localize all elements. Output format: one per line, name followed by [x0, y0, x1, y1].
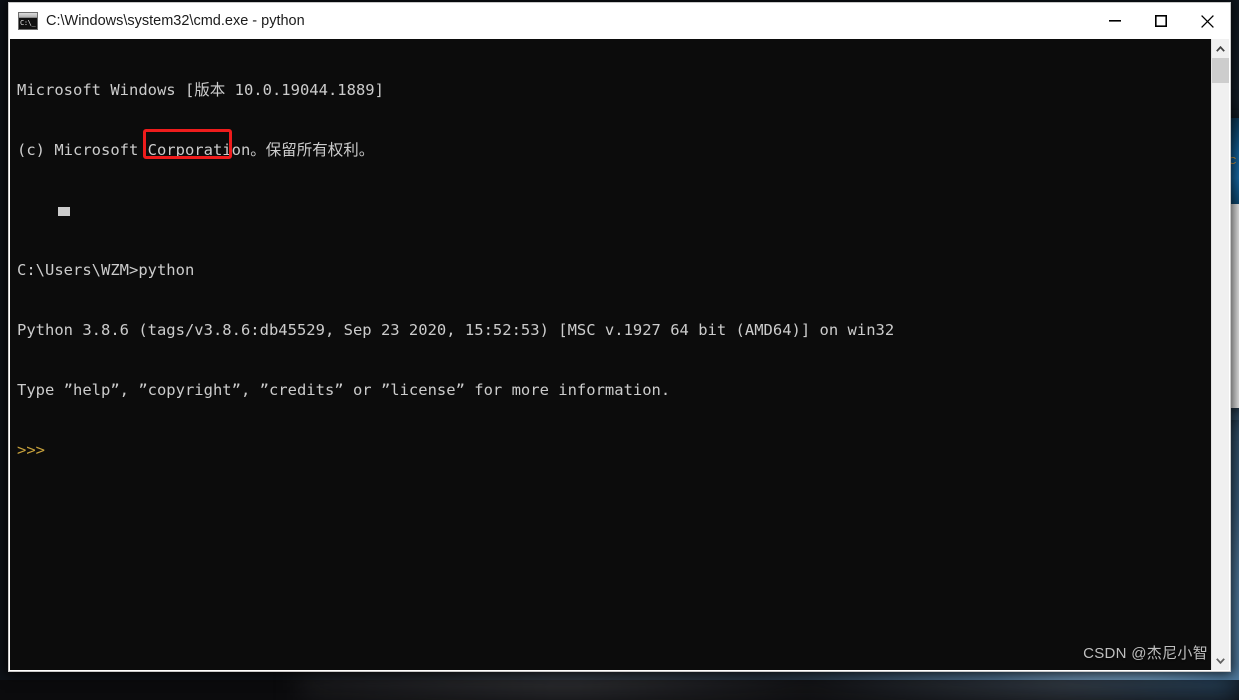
cmd-console-window[interactable]: C:\_ C:\Windows\system32\cmd.exe - pytho… — [8, 2, 1231, 672]
cmd-icon-body: C:\_ — [19, 18, 37, 29]
scroll-up-button[interactable] — [1212, 39, 1229, 58]
close-button[interactable] — [1184, 3, 1230, 39]
annotation-highlight-rect — [143, 129, 232, 159]
close-icon — [1201, 15, 1214, 28]
scroll-down-button[interactable] — [1212, 651, 1229, 670]
maximize-icon — [1155, 15, 1167, 27]
chevron-up-icon — [1216, 46, 1225, 52]
console-output-area[interactable]: Microsoft Windows [版本 10.0.19044.1889] (… — [10, 39, 1213, 670]
console-text: Microsoft Windows [版本 10.0.19044.1889] (… — [17, 40, 894, 500]
cmd-icon: C:\_ — [18, 12, 38, 30]
maximize-button[interactable] — [1138, 3, 1184, 39]
window-title: C:\Windows\system32\cmd.exe - python — [46, 13, 305, 29]
console-line: Type ”help”, ”copyright”, ”credits” or ”… — [17, 380, 894, 400]
minimize-button[interactable] — [1092, 3, 1138, 39]
console-scrollbar[interactable] — [1211, 39, 1229, 670]
title-bar[interactable]: C:\_ C:\Windows\system32\cmd.exe - pytho… — [9, 3, 1230, 39]
csdn-watermark: CSDN @杰尼小智 — [1083, 642, 1208, 663]
minimize-icon — [1109, 15, 1121, 27]
console-line: Python 3.8.6 (tags/v3.8.6:db45529, Sep 2… — [17, 320, 894, 340]
scrollbar-thumb[interactable] — [1212, 58, 1229, 83]
window-controls — [1092, 3, 1230, 39]
python-prompt: >>> — [17, 440, 894, 460]
block-cursor — [58, 207, 70, 216]
scrollbar-track[interactable] — [1212, 83, 1229, 651]
console-line: Microsoft Windows [版本 10.0.19044.1889] — [17, 80, 894, 100]
console-line-blank — [17, 200, 894, 220]
chevron-down-icon — [1216, 658, 1225, 664]
console-line-command: C:\Users\WZM>python — [17, 260, 894, 280]
